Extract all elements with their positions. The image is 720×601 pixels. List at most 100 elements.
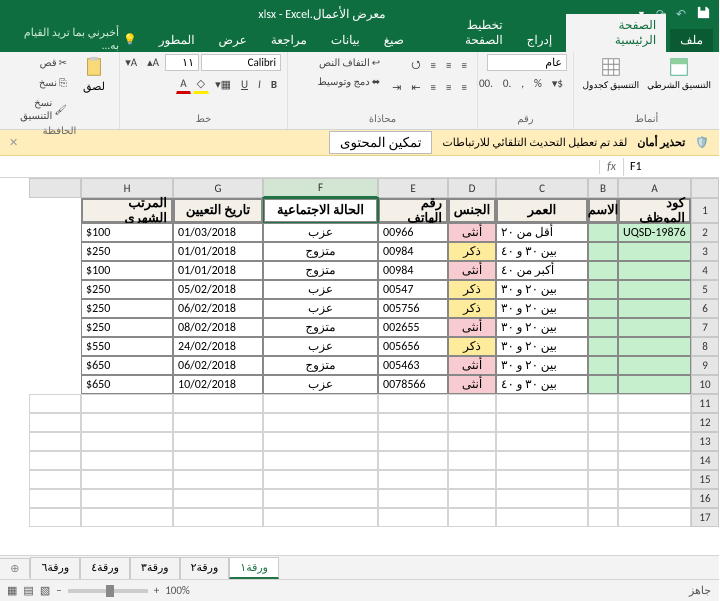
table-cell[interactable]: بين ٢٠ و ٣٠ — [497, 280, 589, 299]
table-cell[interactable]: ذكر — [449, 280, 497, 299]
table-cell[interactable] — [619, 299, 692, 318]
bold-button[interactable]: B — [268, 76, 282, 93]
paste-button[interactable]: لصق — [76, 54, 114, 95]
table-cell[interactable] — [619, 261, 692, 280]
table-cell[interactable]: 01/03/2018 — [174, 223, 264, 242]
col-header[interactable]: D — [449, 178, 497, 198]
table-cell[interactable]: عزب — [264, 337, 379, 356]
dec-dec-icon[interactable]: .00 — [476, 75, 498, 92]
shrink-font-icon[interactable]: A▾ — [122, 54, 142, 71]
italic-button[interactable]: I — [255, 76, 266, 93]
table-cell[interactable]: 002655 — [379, 318, 449, 337]
indent-inc-icon[interactable]: ⇤ — [408, 79, 425, 96]
table-cell[interactable] — [589, 337, 619, 356]
percent-icon[interactable]: % — [531, 75, 547, 92]
grow-font-icon[interactable]: A▴ — [144, 54, 164, 71]
border-button[interactable]: ▦▾ — [212, 76, 236, 93]
table-cell[interactable]: $250 — [82, 318, 174, 337]
table-cell[interactable]: أنثى — [449, 356, 497, 375]
table-cell[interactable] — [619, 242, 692, 261]
indent-dec-icon[interactable]: ⇥ — [389, 79, 406, 96]
table-cell[interactable]: 0078566 — [379, 375, 449, 394]
sheet-tab[interactable]: ورقة٤ — [81, 557, 131, 579]
table-cell[interactable]: عزب — [264, 375, 379, 394]
table-cell[interactable]: عزب — [264, 299, 379, 318]
number-format[interactable]: عام — [488, 54, 568, 71]
underline-button[interactable]: U — [238, 76, 253, 93]
table-cell[interactable]: متزوج — [264, 261, 379, 280]
table-cell[interactable]: أنثى — [449, 318, 497, 337]
name-box[interactable]: F1 — [624, 158, 720, 176]
table-cell[interactable]: متزوج — [264, 242, 379, 261]
tab-formulas[interactable]: صيغ — [375, 29, 415, 52]
table-cell[interactable]: عزب — [264, 223, 379, 242]
conditional-formatting-button[interactable]: التنسيق الشرطي — [646, 54, 714, 93]
table-cell[interactable]: بين ٢٠ و ٣٠ — [497, 318, 589, 337]
zoom-out-icon[interactable]: − — [57, 584, 62, 597]
comma-icon[interactable]: , — [518, 75, 529, 92]
table-cell[interactable] — [589, 223, 619, 242]
table-cell[interactable] — [619, 375, 692, 394]
tab-review[interactable]: مراجعة — [262, 29, 318, 52]
table-cell[interactable]: ذكر — [449, 242, 497, 261]
view-layout-icon[interactable]: ▤ — [24, 584, 34, 597]
tab-developer[interactable]: المطور — [150, 29, 206, 52]
save-icon[interactable] — [697, 5, 712, 24]
table-cell[interactable] — [589, 375, 619, 394]
table-cell[interactable]: 06/02/2018 — [174, 299, 264, 318]
sheet-tab[interactable]: ورقة٦ — [31, 557, 81, 579]
view-normal-icon[interactable]: ▦ — [8, 584, 18, 597]
sheet-tab[interactable]: ورقة١ — [230, 557, 280, 579]
format-painter-button[interactable]: 🖌 نسخ التنسيق — [7, 94, 72, 124]
table-cell[interactable]: 005463 — [379, 356, 449, 375]
table-header[interactable]: كود الموظف — [619, 198, 692, 223]
table-cell[interactable]: أنثى — [449, 223, 497, 242]
table-cell[interactable] — [589, 299, 619, 318]
table-cell[interactable]: $250 — [82, 299, 174, 318]
view-break-icon[interactable]: ▧ — [41, 584, 51, 597]
table-cell[interactable] — [589, 280, 619, 299]
table-cell[interactable]: UQSD-19876 — [619, 223, 692, 242]
fill-color-button[interactable]: ◇ — [194, 75, 210, 94]
table-cell[interactable] — [589, 242, 619, 261]
table-cell[interactable]: 24/02/2018 — [174, 337, 264, 356]
table-cell[interactable]: $100 — [82, 261, 174, 280]
table-cell[interactable]: متزوج — [264, 318, 379, 337]
table-cell[interactable]: أقل من ٢٠ — [497, 223, 589, 242]
cut-button[interactable]: ✂ قص — [7, 54, 72, 71]
table-cell[interactable]: $250 — [82, 242, 174, 261]
wrap-text-button[interactable]: ↩ التفاف النص — [315, 54, 386, 71]
tab-data[interactable]: بيانات — [322, 29, 371, 52]
table-cell[interactable]: أكبر من ٤٠ — [497, 261, 589, 280]
font-size[interactable]: ١١ — [166, 54, 200, 71]
align-middle-icon[interactable]: ≡ — [443, 57, 456, 74]
align-top-icon[interactable]: ≡ — [459, 57, 472, 74]
table-cell[interactable]: $650 — [82, 356, 174, 375]
table-cell[interactable]: بين ٢٠ و ٣٠ — [497, 337, 589, 356]
table-cell[interactable] — [619, 280, 692, 299]
zoom-slider[interactable] — [69, 589, 149, 593]
tab-insert[interactable]: إدراج — [518, 29, 564, 52]
table-header[interactable]: تاريخ التعيين — [174, 198, 264, 223]
table-cell[interactable]: 00984 — [379, 242, 449, 261]
table-cell[interactable]: $650 — [82, 375, 174, 394]
align-center-icon[interactable]: ≡ — [443, 79, 456, 96]
table-cell[interactable]: 01/01/2018 — [174, 242, 264, 261]
table-header[interactable]: العمر — [497, 198, 589, 223]
tab-home[interactable]: الصفحة الرئيسية — [567, 14, 667, 52]
table-header[interactable]: الحالة الاجتماعية — [264, 198, 379, 223]
table-cell[interactable]: بين ٢٠ و ٣٠ — [497, 299, 589, 318]
currency-icon[interactable]: $▾ — [549, 75, 568, 92]
col-header[interactable]: G — [174, 178, 264, 198]
table-cell[interactable]: بين ٣٠ و ٤٠ — [497, 242, 589, 261]
table-cell[interactable]: أنثى — [449, 375, 497, 394]
table-cell[interactable]: بين ٢٠ و ٣٠ — [497, 356, 589, 375]
align-left-icon[interactable]: ≡ — [428, 79, 441, 96]
table-header[interactable]: المرتب الشهري — [82, 198, 174, 223]
table-cell[interactable]: 005756 — [379, 299, 449, 318]
merge-button[interactable]: ⬌ دمج وتوسيط — [315, 73, 386, 90]
formula-input[interactable] — [0, 165, 600, 169]
table-cell[interactable]: 05/02/2018 — [174, 280, 264, 299]
fx-icon[interactable]: fx — [600, 160, 624, 174]
table-cell[interactable]: $250 — [82, 280, 174, 299]
